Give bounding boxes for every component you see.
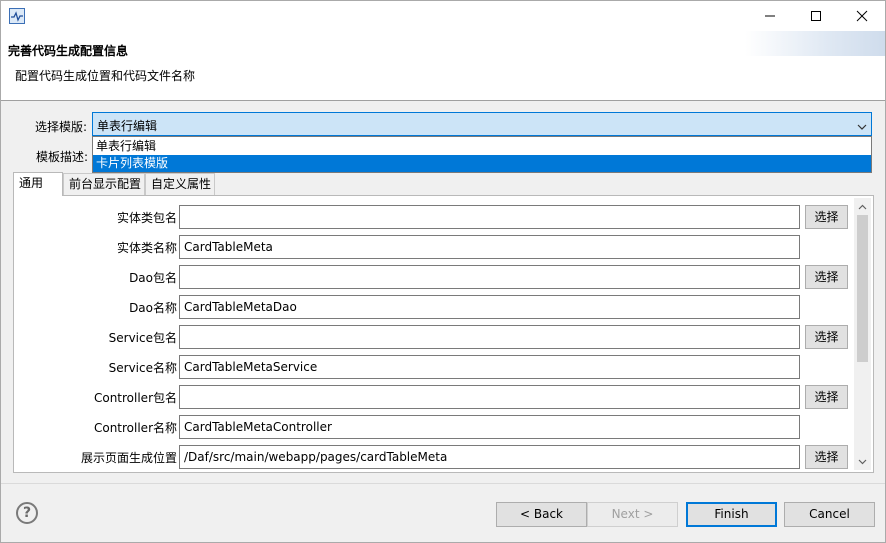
form-row-controller-name: Controller名称 CardTableMetaController <box>16 415 854 439</box>
page-description: 配置代码生成位置和代码文件名称 <box>15 69 196 83</box>
scroll-up-icon[interactable] <box>854 198 871 215</box>
form-row-page-location: 展示页面生成位置 /Daf/src/main/webapp/pages/card… <box>16 445 854 469</box>
field-label: Service名称 <box>108 361 177 375</box>
field-label: Dao包名 <box>129 271 177 285</box>
form-row-entity-package: 实体类包名 选择 <box>16 205 854 229</box>
minimize-icon <box>765 15 775 17</box>
form-row-controller-package: Controller包名 选择 <box>16 385 854 409</box>
field-label: 实体类包名 <box>116 211 177 225</box>
entity-name-input[interactable]: CardTableMeta <box>179 235 800 259</box>
field-label: Controller包名 <box>93 391 177 405</box>
browse-button[interactable]: 选择 <box>805 445 848 469</box>
vertical-scrollbar[interactable] <box>854 198 871 470</box>
title-bar <box>1 1 885 31</box>
field-label: 实体类名称 <box>116 241 177 255</box>
controller-name-input[interactable]: CardTableMetaController <box>179 415 800 439</box>
back-button[interactable]: < Back <box>496 502 587 527</box>
browse-button[interactable]: 选择 <box>805 325 848 349</box>
service-package-input[interactable] <box>179 325 800 349</box>
finish-button[interactable]: Finish <box>686 502 777 527</box>
tab-custom-attributes[interactable]: 自定义属性 <box>145 173 215 195</box>
entity-package-input[interactable] <box>179 205 800 229</box>
close-button[interactable] <box>839 1 885 31</box>
dropdown-option[interactable]: 单表行编辑 <box>93 138 871 155</box>
browse-button[interactable]: 选择 <box>805 265 848 289</box>
template-label: 选择模版: <box>35 120 88 134</box>
template-dropdown: 单表行编辑 卡片列表模版 <box>92 136 872 173</box>
form-row-service-package: Service包名 选择 <box>16 325 854 349</box>
template-select-value: 单表行编辑 <box>97 119 158 133</box>
wizard-header: 完善代码生成配置信息 配置代码生成位置和代码文件名称 <box>1 31 885 101</box>
tab-frontend-display[interactable]: 前台显示配置 <box>63 173 145 195</box>
help-icon[interactable]: ? <box>16 502 38 524</box>
maximize-button[interactable] <box>793 1 839 31</box>
app-icon <box>9 8 25 24</box>
chevron-down-icon <box>857 120 867 134</box>
field-label: 展示页面生成位置 <box>80 451 177 465</box>
scrollbar-thumb[interactable] <box>857 215 868 362</box>
form-area: 实体类包名 选择 实体类名称 CardTableMeta Dao包名 选择 Da… <box>16 198 854 470</box>
footer-separator <box>1 483 885 484</box>
maximize-icon <box>811 11 821 21</box>
dao-package-input[interactable] <box>179 265 800 289</box>
page-title: 完善代码生成配置信息 <box>8 44 129 58</box>
form-row-dao-package: Dao包名 选择 <box>16 265 854 289</box>
browse-button[interactable]: 选择 <box>805 205 848 229</box>
scroll-down-icon[interactable] <box>854 453 871 470</box>
field-label: Service包名 <box>108 331 177 345</box>
cancel-button[interactable]: Cancel <box>784 502 875 527</box>
next-button[interactable]: Next > <box>587 502 678 527</box>
close-icon <box>856 10 868 22</box>
wizard-window: 完善代码生成配置信息 配置代码生成位置和代码文件名称 选择模版: 单表行编辑 模… <box>0 0 886 543</box>
field-label: Controller名称 <box>93 421 177 435</box>
header-banner <box>745 31 885 56</box>
dropdown-option-selected[interactable]: 卡片列表模版 <box>93 155 871 172</box>
template-select[interactable]: 单表行编辑 <box>92 112 872 136</box>
tab-panel-general: 实体类包名 选择 实体类名称 CardTableMeta Dao包名 选择 Da… <box>13 195 874 473</box>
dao-name-input[interactable]: CardTableMetaDao <box>179 295 800 319</box>
service-name-input[interactable]: CardTableMetaService <box>179 355 800 379</box>
browse-button[interactable]: 选择 <box>805 385 848 409</box>
form-row-dao-name: Dao名称 CardTableMetaDao <box>16 295 854 319</box>
form-row-entity-name: 实体类名称 CardTableMeta <box>16 235 854 259</box>
form-row-service-name: Service名称 CardTableMetaService <box>16 355 854 379</box>
minimize-button[interactable] <box>747 1 793 31</box>
controller-package-input[interactable] <box>179 385 800 409</box>
page-location-input[interactable]: /Daf/src/main/webapp/pages/cardTableMeta <box>179 445 800 469</box>
template-desc-label: 模板描述: <box>36 150 89 164</box>
tab-general[interactable]: 通用 <box>13 172 63 196</box>
field-label: Dao名称 <box>129 301 177 315</box>
